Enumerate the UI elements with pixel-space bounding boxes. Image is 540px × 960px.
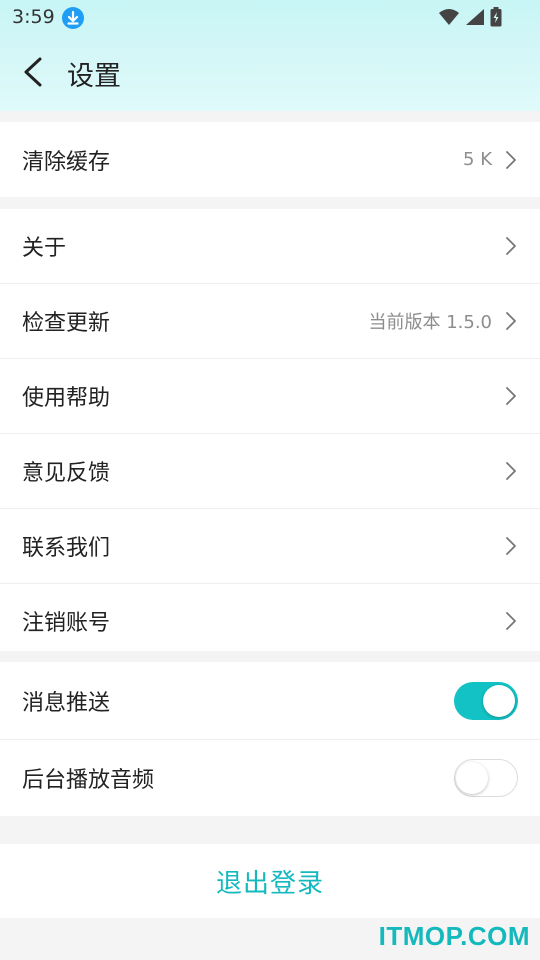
status-bar: 3:59 (0, 0, 540, 36)
page-title: 设置 (67, 61, 121, 92)
logout-label: 退出登录 (215, 868, 324, 899)
menu-item-label: 使用帮助 (22, 386, 111, 411)
background-audio-toggle[interactable] (454, 759, 518, 797)
chevron-right-icon (506, 462, 516, 480)
menu-item-check-update[interactable]: 检查更新 当前版本 1.5.0 (0, 284, 540, 359)
menu-item-label: 注销账号 (22, 611, 111, 636)
status-icons (438, 7, 502, 31)
clear-cache-row[interactable]: 清除缓存 5 K (0, 122, 540, 197)
wifi-icon (438, 8, 460, 30)
chevron-right-icon (506, 537, 516, 555)
menu-item-contact[interactable]: 联系我们 (0, 509, 540, 584)
clear-cache-label: 清除缓存 (22, 149, 111, 175)
menu-item-feedback[interactable]: 意见反馈 (0, 434, 540, 509)
toggle-knob (483, 684, 515, 717)
battery-icon (490, 7, 502, 31)
logout-button[interactable]: 退出登录 (0, 844, 540, 918)
menu-item-label: 联系我们 (22, 536, 111, 561)
toggle-label: 消息推送 (22, 690, 111, 716)
navbar: 设置 (0, 36, 540, 111)
chevron-right-icon (506, 612, 516, 630)
menu-item-about[interactable]: 关于 (0, 209, 540, 284)
header: 3:59 设置 (0, 0, 540, 111)
watermark: ITMOP.COM (378, 921, 530, 951)
push-notification-row: 消息推送 (0, 662, 540, 740)
back-arrow-icon (24, 57, 42, 87)
push-notification-toggle[interactable] (454, 681, 518, 720)
background-audio-row: 后台播放音频 (0, 740, 540, 816)
menu-section: 关于 检查更新 当前版本 1.5.0 使用帮助 意见反馈 联系我们 注销账号 (0, 209, 540, 651)
cache-size-value: 5 K (463, 149, 492, 170)
cache-section: 清除缓存 5 K (0, 122, 540, 197)
version-value: 当前版本 1.5.0 (368, 312, 492, 333)
chevron-right-icon (506, 387, 516, 405)
menu-item-label: 意见反馈 (22, 461, 111, 486)
menu-item-label: 关于 (22, 236, 67, 261)
toggle-knob (456, 762, 488, 794)
menu-item-label: 检查更新 (22, 311, 111, 336)
toggle-section: 消息推送 后台播放音频 (0, 662, 540, 816)
chevron-right-icon (506, 237, 516, 255)
status-time: 3:59 (12, 6, 55, 28)
chevron-right-icon (506, 150, 516, 169)
toggle-label: 后台播放音频 (22, 768, 155, 793)
download-icon (62, 7, 84, 29)
menu-item-help[interactable]: 使用帮助 (0, 359, 540, 434)
menu-item-delete-account[interactable]: 注销账号 (0, 584, 540, 658)
back-button[interactable] (14, 52, 54, 92)
chevron-right-icon (506, 312, 516, 330)
signal-icon (465, 8, 485, 30)
